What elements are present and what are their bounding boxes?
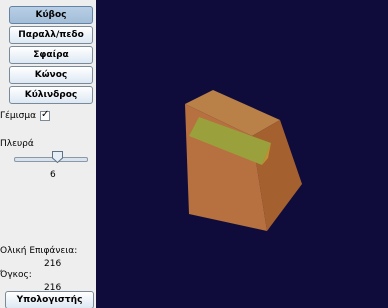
calculator-button[interactable]: Υπολογιστής — [5, 291, 94, 308]
app-window: Κύβος Παραλλ/πεδο Σφαίρα Κώνος Κύλινδρος… — [0, 0, 388, 308]
side-value: 6 — [50, 170, 56, 180]
checkmark-icon: ✓ — [41, 109, 50, 120]
slider-thumb[interactable] — [52, 151, 63, 163]
fill-checkbox-row: Γέμισμα ✓ — [0, 109, 51, 123]
surface-value: 216 — [44, 259, 62, 269]
cube-button[interactable]: Κύβος — [9, 6, 93, 24]
sphere-button[interactable]: Σφαίρα — [9, 46, 93, 64]
cube-view — [185, 90, 302, 231]
volume-label: Όγκος: — [0, 270, 32, 280]
parallelepiped-button[interactable]: Παραλλ/πεδο — [9, 26, 93, 44]
cone-button[interactable]: Κώνος — [9, 66, 93, 84]
cylinder-button[interactable]: Κύλινδρος — [9, 86, 93, 104]
side-slider[interactable] — [14, 150, 88, 166]
side-label: Πλευρά — [0, 139, 34, 149]
fill-checkbox[interactable]: ✓ — [40, 109, 51, 121]
slider-track — [14, 157, 88, 162]
surface-label: Ολική Επιφάνεια: — [0, 246, 78, 256]
control-panel: Κύβος Παραλλ/πεδο Σφαίρα Κώνος Κύλινδρος… — [0, 0, 96, 308]
fill-label: Γέμισμα — [0, 111, 37, 121]
3d-canvas[interactable] — [96, 0, 388, 308]
